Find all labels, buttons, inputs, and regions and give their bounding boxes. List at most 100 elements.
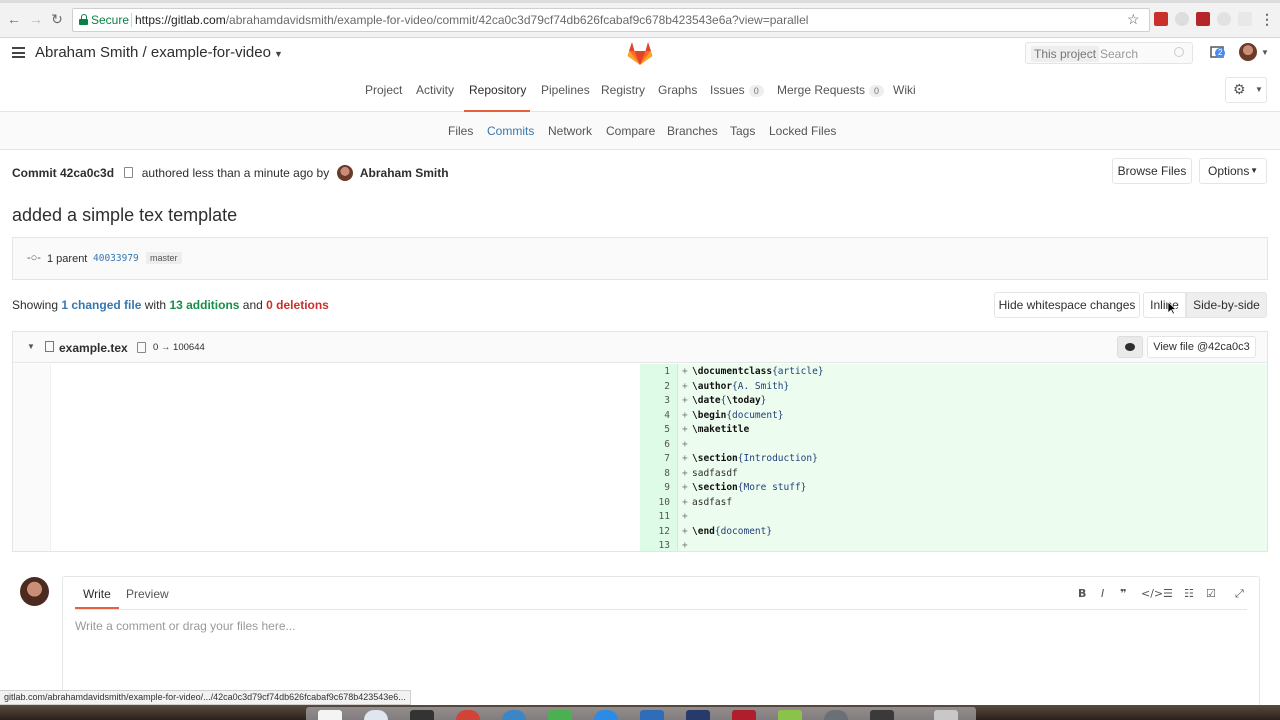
line-number[interactable]: 2 — [640, 380, 670, 395]
file-diff-header: ▼ example.tex 0 → 100644 View file @42ca… — [13, 332, 1267, 363]
nav-merge-requests[interactable]: Merge Requests 0 — [777, 83, 885, 97]
extension-icon[interactable] — [1196, 12, 1210, 26]
collapse-caret-icon[interactable]: ▼ — [27, 342, 35, 351]
fullscreen-icon[interactable]: ⤢ — [1235, 587, 1244, 601]
subnav-network[interactable]: Network — [548, 124, 592, 138]
italic-icon[interactable]: I — [1101, 587, 1104, 600]
extension-icon[interactable] — [1217, 12, 1231, 26]
bold-icon[interactable]: B — [1078, 587, 1086, 600]
bullet-list-icon[interactable]: ☰ — [1163, 587, 1173, 600]
dock-app-icon[interactable] — [548, 710, 572, 720]
file-name[interactable]: example.tex — [59, 341, 128, 355]
commit-author-link[interactable]: Abraham Smith — [360, 166, 449, 180]
nav-registry[interactable]: Registry — [601, 83, 645, 97]
tab-write[interactable]: Write — [83, 587, 111, 601]
line-number[interactable]: 8 — [640, 467, 670, 482]
file-icon — [45, 341, 54, 352]
parent-sha-link[interactable]: 40033979 — [93, 253, 139, 264]
line-number[interactable]: 9 — [640, 481, 670, 496]
address-bar[interactable]: Secure https://gitlab.com/abrahamdavidsm… — [72, 8, 1150, 32]
tabs-divider — [75, 609, 1247, 610]
dock-app-icon[interactable] — [686, 710, 710, 720]
dock-app-icon[interactable] — [364, 710, 388, 720]
dock-app-icon[interactable] — [778, 710, 802, 720]
subnav-commits[interactable]: Commits — [487, 124, 534, 138]
line-number[interactable]: 13 — [640, 539, 670, 554]
bookmark-star-icon[interactable]: ☆ — [1127, 11, 1140, 28]
url-text[interactable]: https://gitlab.com/abrahamdavidsmith/exa… — [135, 13, 808, 27]
line-number[interactable]: 11 — [640, 510, 670, 525]
author-avatar[interactable] — [336, 165, 353, 181]
clipboard-icon[interactable] — [124, 167, 134, 178]
nav-repository[interactable]: Repository — [469, 83, 526, 97]
view-file-button[interactable]: View file @42ca0c3 — [1147, 336, 1256, 358]
summary-and: and — [242, 298, 263, 312]
project-settings-button[interactable]: ⚙ ▼ — [1225, 77, 1267, 103]
code-text: \maketitle — [692, 423, 749, 438]
reload-icon[interactable]: ↻ — [49, 11, 65, 27]
dock-app-icon[interactable] — [870, 710, 894, 720]
subnav-compare[interactable]: Compare — [606, 124, 655, 138]
code-text: \documentclass{article} — [692, 365, 824, 380]
side-by-side-view-button[interactable]: Side-by-side — [1186, 292, 1267, 318]
code-text: \end{docoment} — [692, 525, 772, 540]
quote-icon[interactable]: ❞ — [1120, 587, 1126, 600]
subnav-files[interactable]: Files — [448, 124, 473, 138]
search-input[interactable]: This project Search — [1025, 42, 1193, 64]
extension-icon[interactable] — [1154, 12, 1168, 26]
line-number[interactable]: 7 — [640, 452, 670, 467]
subnav-branches[interactable]: Branches — [667, 124, 718, 138]
user-avatar[interactable] — [1239, 43, 1257, 61]
nav-project[interactable]: Project — [365, 83, 402, 97]
added-marker: + — [682, 380, 688, 392]
line-number[interactable]: 6 — [640, 438, 670, 453]
dock-app-icon[interactable] — [594, 710, 618, 720]
dock-app-icon[interactable] — [824, 710, 848, 720]
line-number[interactable]: 3 — [640, 394, 670, 409]
numbered-list-icon[interactable]: ☷ — [1184, 587, 1194, 600]
nav-activity[interactable]: Activity — [416, 83, 454, 97]
toggle-comments-button[interactable] — [1117, 336, 1143, 358]
code-text: \author{A. Smith} — [692, 380, 789, 395]
inline-view-button[interactable]: Inline — [1143, 292, 1186, 318]
nav-issues[interactable]: Issues 0 — [710, 83, 764, 97]
tab-preview[interactable]: Preview — [126, 587, 169, 601]
subnav-tags[interactable]: Tags — [730, 124, 755, 138]
browse-files-button[interactable]: Browse Files — [1112, 158, 1192, 184]
dock-app-icon[interactable] — [318, 710, 342, 720]
dock-app-icon[interactable] — [640, 710, 664, 720]
dock-app-icon[interactable] — [502, 710, 526, 720]
gitlab-logo-icon[interactable] — [626, 39, 654, 67]
nav-graphs[interactable]: Graphs — [658, 83, 697, 97]
clipboard-icon[interactable] — [137, 342, 146, 353]
dock-app-icon[interactable] — [456, 710, 480, 720]
hamburger-menu-icon[interactable] — [12, 47, 25, 58]
dock-trash-icon[interactable] — [934, 710, 958, 720]
forward-arrow-icon[interactable]: → — [28, 11, 44, 27]
back-arrow-icon[interactable]: ← — [6, 11, 22, 27]
browser-menu-icon[interactable]: ⋮ — [1259, 11, 1275, 27]
task-list-icon[interactable]: ☑ — [1206, 587, 1216, 600]
search-scope-chip[interactable]: This project — [1031, 46, 1100, 62]
options-dropdown[interactable]: Options ▼ — [1199, 158, 1267, 184]
line-number[interactable]: 10 — [640, 496, 670, 511]
branch-label[interactable]: master — [146, 252, 182, 264]
nav-pipelines[interactable]: Pipelines — [541, 83, 590, 97]
chevron-down-icon[interactable]: ▼ — [1261, 48, 1269, 57]
changed-files-link[interactable]: 1 changed file — [61, 298, 141, 312]
project-title[interactable]: Abraham Smith / example-for-video ▼ — [35, 44, 283, 61]
line-number[interactable]: 12 — [640, 525, 670, 540]
line-number[interactable]: 4 — [640, 409, 670, 424]
nav-wiki[interactable]: Wiki — [893, 83, 916, 97]
code-icon[interactable]: </> — [1141, 587, 1163, 600]
hide-whitespace-button[interactable]: Hide whitespace changes — [994, 292, 1140, 318]
subnav-locked-files[interactable]: Locked Files — [769, 124, 836, 138]
comment-textarea[interactable]: Write a comment or drag your files here.… — [75, 619, 296, 633]
extension-icon[interactable] — [1175, 12, 1189, 26]
extension-icon[interactable] — [1238, 12, 1252, 26]
dock-app-icon[interactable] — [410, 710, 434, 720]
line-number[interactable]: 5 — [640, 423, 670, 438]
diff-line: 9 + \section{More stuff} — [640, 481, 1267, 496]
dock-app-icon[interactable] — [732, 710, 756, 720]
line-number[interactable]: 1 — [640, 365, 670, 380]
